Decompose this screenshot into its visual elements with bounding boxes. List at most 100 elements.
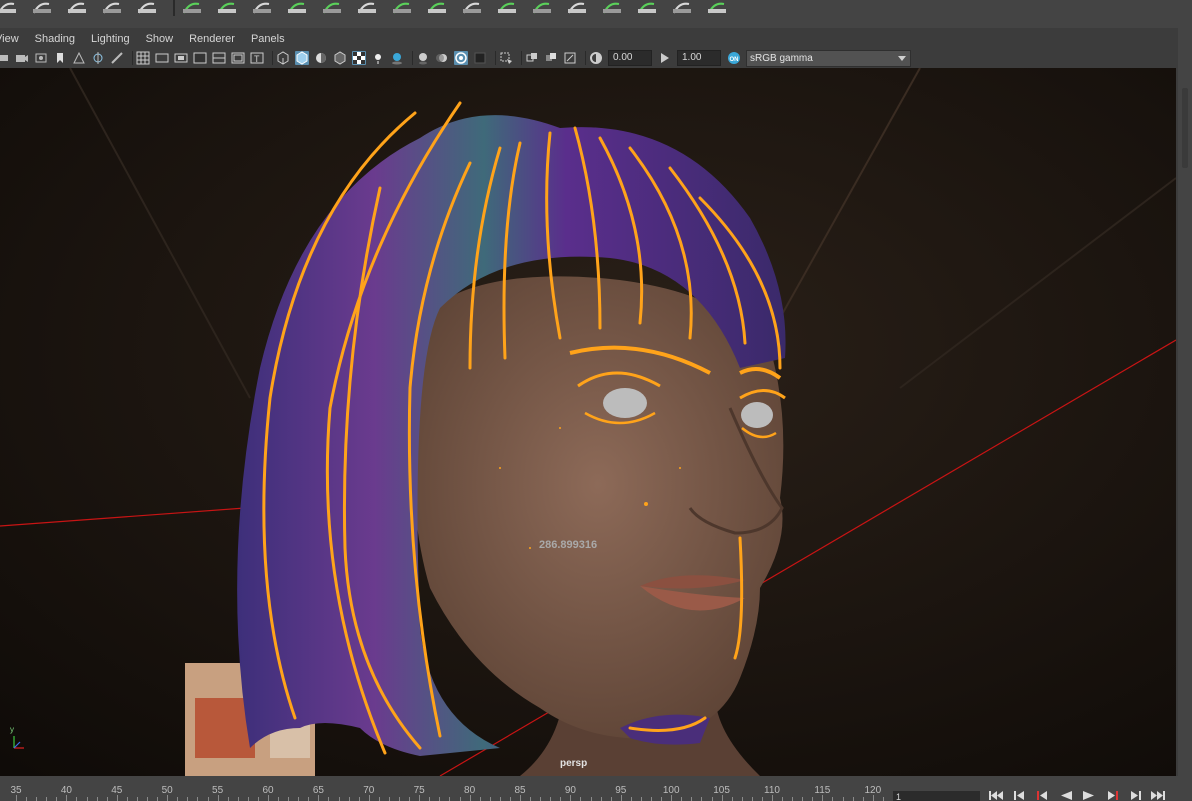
view-transform-dropdown[interactable]: sRGB gamma [746, 49, 911, 67]
hair-system-icon[interactable] [426, 0, 448, 14]
hair-system-icon[interactable] [566, 0, 588, 14]
timeline-tick-mark [318, 795, 320, 801]
hair-system-icon[interactable] [636, 0, 658, 14]
xray-active-components-icon[interactable] [563, 51, 577, 65]
play-forwards-icon[interactable] [1081, 790, 1097, 801]
hair-system-icon[interactable] [251, 0, 273, 14]
step-forward-frame-icon[interactable] [1127, 790, 1143, 801]
time-slider[interactable]: 35 40 45 50 55 60 65 70 75 80 85 90 95 100 105 110 115 12… [0, 778, 890, 801]
hair-system-icon[interactable] [706, 0, 728, 14]
timeline-tick-mark [772, 795, 773, 801]
svg-text:ON: ON [730, 57, 739, 63]
gamma-icon[interactable] [658, 51, 672, 65]
bookmark-flag-icon[interactable] [53, 51, 67, 65]
timeline-tick-mark [882, 797, 884, 801]
menu-renderer[interactable]: Renderer [181, 30, 243, 48]
timeline-tick-mark [802, 797, 804, 801]
curve-tool-icon[interactable] [0, 0, 18, 14]
safe-action-icon[interactable] [231, 51, 245, 65]
curve-edit-icon[interactable] [101, 0, 123, 14]
two-d-pan-zoom-icon[interactable] [91, 51, 105, 65]
grid-icon[interactable] [136, 51, 150, 65]
curve-edit-icon[interactable] [136, 0, 158, 14]
step-back-frame-icon[interactable] [1012, 790, 1028, 801]
xray-joints-icon[interactable] [544, 51, 558, 65]
image-plane-icon[interactable] [72, 51, 86, 65]
hair-system-icon[interactable] [391, 0, 413, 14]
shadows-icon[interactable] [390, 51, 404, 65]
isolate-select-icon[interactable] [499, 51, 513, 65]
hair-system-icon[interactable] [671, 0, 693, 14]
motion-blur-icon[interactable] [435, 51, 449, 65]
menu-panels[interactable]: Panels [243, 30, 293, 48]
timeline-tick-mark [439, 797, 441, 801]
textured-icon[interactable] [352, 51, 366, 65]
timeline-tick-mark [590, 797, 592, 801]
panel-resize-handle[interactable] [1182, 88, 1188, 168]
timeline-tick-mark [822, 795, 824, 801]
grease-pencil-icon[interactable] [110, 51, 124, 65]
hair-system-icon[interactable] [496, 0, 518, 14]
wireframe-icon[interactable] [276, 51, 290, 65]
gamma-field[interactable]: 1.00 [677, 50, 721, 66]
wireframe-on-shaded-icon[interactable] [333, 51, 347, 65]
svg-text:T: T [254, 54, 260, 64]
curve-edit-icon[interactable] [66, 0, 88, 14]
camera-attributes-icon[interactable] [15, 51, 29, 65]
multisample-aa-icon[interactable] [454, 51, 468, 65]
bookmark-icon[interactable] [34, 51, 48, 65]
timeline-tick-mark [56, 797, 58, 801]
depth-of-field-icon[interactable] [473, 51, 487, 65]
select-camera-icon[interactable] [0, 51, 10, 65]
hair-system-icon[interactable] [356, 0, 378, 14]
go-to-end-icon[interactable] [1150, 790, 1166, 801]
menu-shading[interactable]: Shading [27, 30, 83, 48]
go-to-start-icon[interactable] [988, 790, 1004, 801]
current-frame-field[interactable]: 1 [893, 791, 980, 801]
hair-system-icon[interactable] [461, 0, 483, 14]
screen-space-ao-icon[interactable] [416, 51, 430, 65]
hair-system-icon[interactable] [321, 0, 343, 14]
hair-system-icon[interactable] [601, 0, 623, 14]
modify-curve-icon[interactable] [181, 0, 203, 14]
xray-icon[interactable] [525, 51, 539, 65]
gate-mask-icon[interactable] [193, 51, 207, 65]
timeline-tick-mark [812, 797, 814, 801]
timeline-tick-mark [782, 797, 784, 801]
timeline-tick-mark [731, 797, 733, 801]
timeline-tick-mark [540, 797, 542, 801]
hair-system-icon[interactable] [531, 0, 553, 14]
timeline-tick-mark [580, 797, 582, 801]
play-backwards-icon[interactable] [1058, 790, 1074, 801]
timeline-tick-mark [600, 797, 602, 801]
shelf-separator [173, 0, 175, 16]
exposure-icon[interactable] [589, 51, 603, 65]
menu-show[interactable]: Show [138, 30, 182, 48]
default-material-icon[interactable] [314, 51, 328, 65]
smooth-shade-icon[interactable] [295, 51, 309, 65]
exposure-field[interactable]: 0.00 [608, 50, 652, 66]
step-back-key-icon[interactable] [1035, 790, 1051, 801]
timeline-tick-mark [701, 797, 703, 801]
timeline-tick-mark [348, 797, 350, 801]
menu-lighting[interactable]: Lighting [83, 30, 138, 48]
curve-edit-icon[interactable] [31, 0, 53, 14]
hair-system-icon[interactable] [216, 0, 238, 14]
resolution-gate-icon[interactable] [174, 51, 188, 65]
use-all-lights-icon[interactable] [371, 51, 385, 65]
safe-title-icon[interactable]: T [250, 51, 264, 65]
menu-view[interactable]: View [0, 30, 27, 48]
timeline-tick-mark [328, 797, 330, 801]
step-forward-key-icon[interactable] [1104, 790, 1120, 801]
timeline-tick-mark [36, 797, 38, 801]
3d-viewport[interactable]: 286.899316 persp y [0, 68, 1176, 776]
timeline-tick-mark [268, 795, 269, 801]
maya-window: View Shading Lighting Show Renderer Pane… [0, 0, 1192, 801]
timeline-tick-mark [227, 797, 229, 801]
timeline-tick-mark [106, 797, 108, 801]
film-gate-icon[interactable] [155, 51, 169, 65]
timeline-tick-mark [368, 795, 370, 801]
field-chart-icon[interactable] [212, 51, 226, 65]
color-management-toggle-icon[interactable]: ON [727, 51, 741, 65]
hair-system-icon[interactable] [286, 0, 308, 14]
